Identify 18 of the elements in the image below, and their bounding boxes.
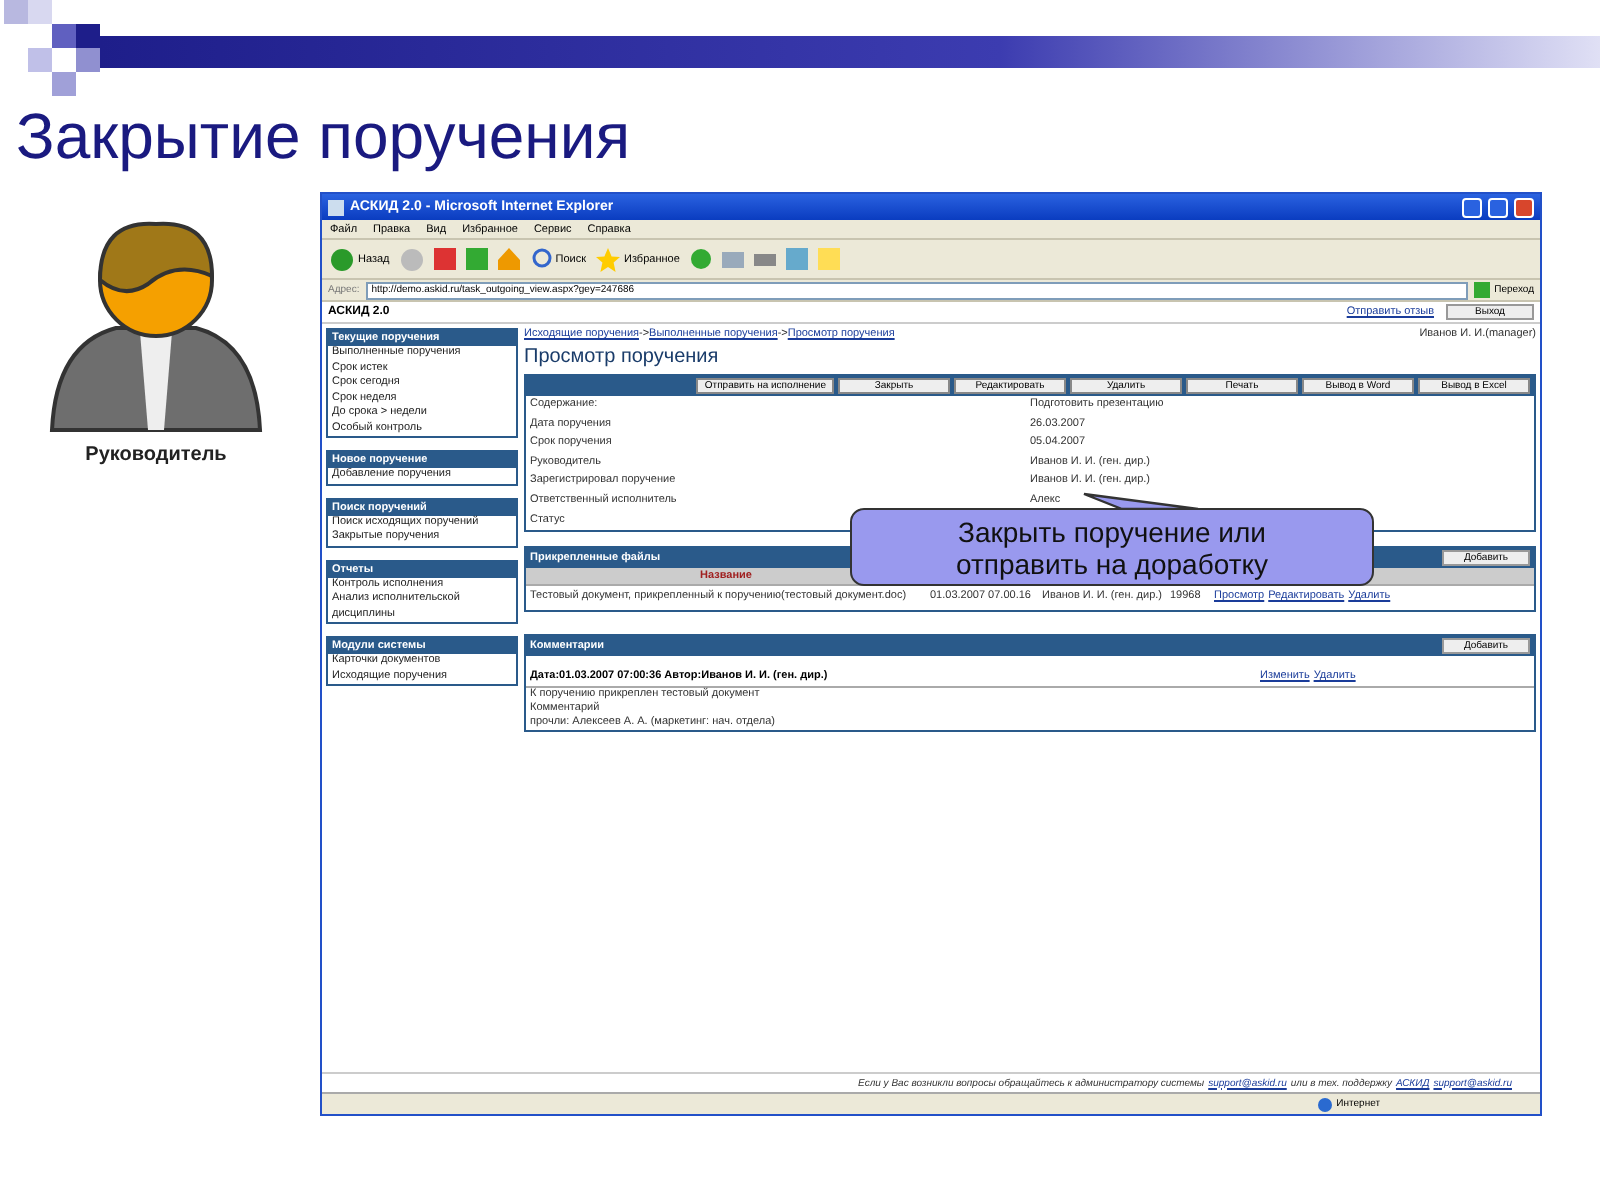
decor-square xyxy=(76,48,100,72)
slide-title: Закрытие поручения xyxy=(16,98,633,176)
decor-square xyxy=(28,48,52,72)
home-icon[interactable] xyxy=(497,248,520,270)
close-button[interactable] xyxy=(1514,197,1534,217)
page-title: Просмотр поручения xyxy=(524,346,721,368)
star-icon xyxy=(596,247,621,271)
decor-square xyxy=(4,0,28,24)
decor-square xyxy=(76,24,100,48)
role-label: Руководитель xyxy=(85,444,227,466)
browser-icon xyxy=(328,199,344,215)
maximize-button[interactable] xyxy=(1488,197,1508,217)
decor-square xyxy=(52,72,76,96)
decor-square xyxy=(52,24,76,48)
minimize-button[interactable] xyxy=(1462,197,1482,217)
decor-square xyxy=(28,0,52,24)
search-icon xyxy=(529,248,552,270)
globe-icon xyxy=(1318,1097,1333,1111)
